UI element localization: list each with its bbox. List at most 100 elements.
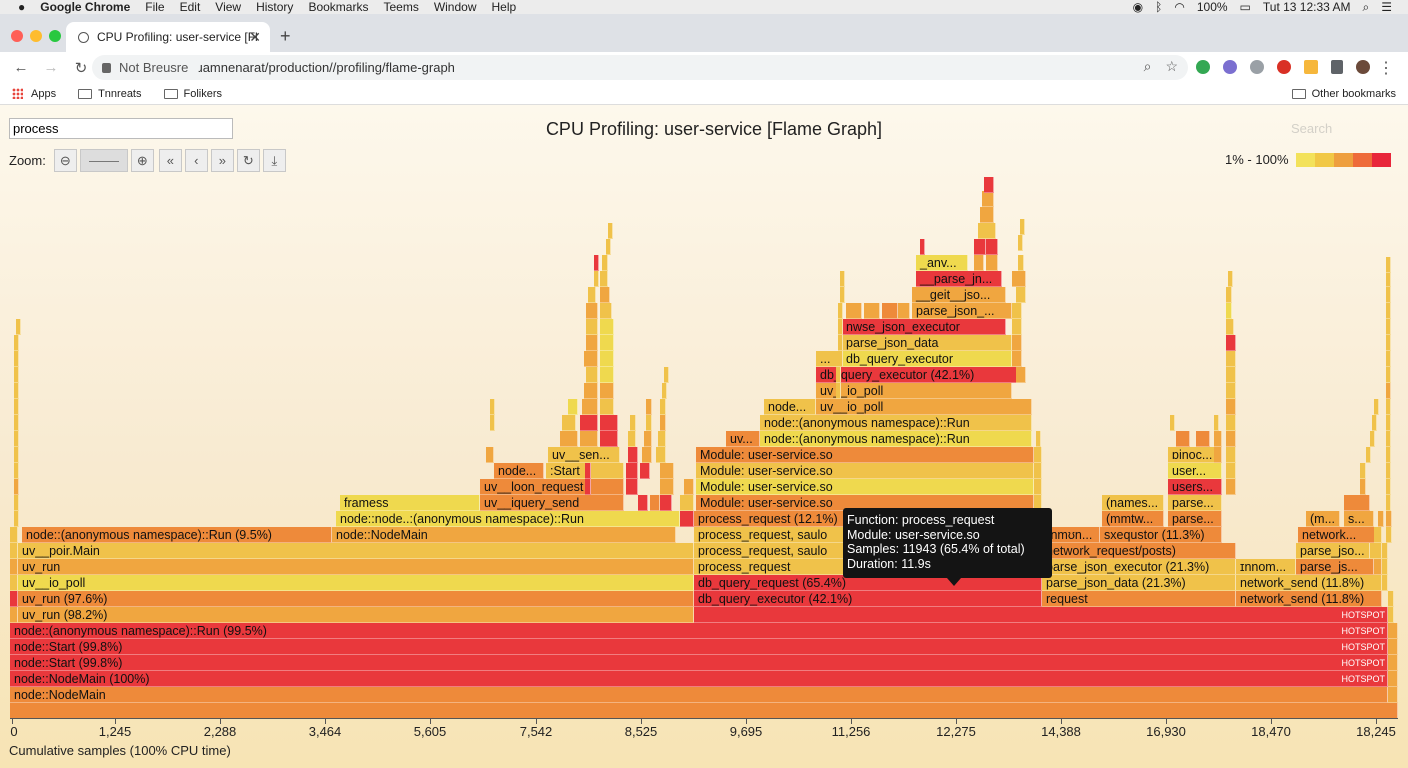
flame-frame[interactable] <box>1016 287 1026 303</box>
flame-frame[interactable]: parse_json_data (21.3%) <box>1042 575 1236 591</box>
flame-frame[interactable] <box>490 415 495 431</box>
menu-history[interactable]: History <box>256 0 293 14</box>
flame-frame[interactable] <box>1388 623 1398 639</box>
flame-frame[interactable] <box>608 223 613 239</box>
flame-frame[interactable]: parse... <box>1168 511 1222 527</box>
flame-frame[interactable] <box>646 399 652 415</box>
flame-frame[interactable] <box>1388 607 1394 623</box>
flame-frame[interactable] <box>1034 479 1042 495</box>
flame-frame[interactable]: (names... <box>1102 495 1164 511</box>
flame-frame[interactable]: uv... <box>726 431 760 447</box>
flame-frame[interactable] <box>1374 559 1382 575</box>
flame-frame[interactable] <box>980 207 994 223</box>
flame-frame[interactable] <box>1386 511 1392 527</box>
flame-frame[interactable] <box>606 239 611 255</box>
flame-frame[interactable] <box>898 303 910 319</box>
flame-frame[interactable] <box>1386 463 1391 479</box>
flame-frame[interactable]: ɪnnom... <box>1236 559 1296 575</box>
flame-frame[interactable] <box>600 351 614 367</box>
flame-frame[interactable] <box>1226 351 1236 367</box>
flame-frame[interactable] <box>1176 431 1190 447</box>
flame-frame[interactable]: parse_jso... <box>1296 543 1370 559</box>
flame-frame[interactable]: node::NodeMain <box>332 527 676 543</box>
flame-frame[interactable] <box>10 607 18 623</box>
url-text[interactable]: ɹamnenarat/production//profiling/flame-g… <box>198 60 455 75</box>
flame-frame[interactable] <box>642 447 652 463</box>
flame-frame[interactable] <box>1018 255 1024 271</box>
flame-frame[interactable] <box>600 335 614 351</box>
flame-frame[interactable] <box>846 303 862 319</box>
flame-frame[interactable]: network_send (11.8%) <box>1236 591 1382 607</box>
bookmark-folder-2[interactable]: Folikers <box>163 88 222 100</box>
flame-frame[interactable] <box>974 239 986 255</box>
flame-frame[interactable]: parse... <box>1168 495 1222 511</box>
menu-help[interactable]: Help <box>492 0 517 14</box>
flame-frame[interactable] <box>1226 415 1236 431</box>
flame-frame[interactable] <box>664 367 669 383</box>
puzzle-icon[interactable] <box>1331 60 1343 74</box>
extension-green-icon[interactable] <box>1196 60 1210 74</box>
flame-frame[interactable] <box>660 415 666 431</box>
flame-frame[interactable] <box>650 495 660 511</box>
flame-frame[interactable]: uv_run (97.6%) <box>18 591 694 607</box>
flame-frame[interactable] <box>640 463 650 479</box>
battery-icon[interactable]: ▭ <box>1240 0 1251 14</box>
flame-frame[interactable]: uv_run (98.2%) <box>18 607 694 623</box>
flame-frame[interactable] <box>1018 235 1023 251</box>
flame-frame[interactable]: parse_json_... <box>912 303 1012 319</box>
menu-teems[interactable]: Teems <box>383 0 418 14</box>
flame-frame[interactable] <box>1214 431 1222 447</box>
flame-frame[interactable]: node::(anonymous namespace)::Run (99.5%) <box>10 623 1388 639</box>
flame-frame[interactable]: parse_json_data <box>842 335 1012 351</box>
flame-frame[interactable] <box>1386 495 1391 511</box>
flame-frame[interactable] <box>1228 271 1233 287</box>
flame-frame[interactable] <box>838 335 843 351</box>
flame-frame[interactable] <box>14 367 19 383</box>
flame-frame[interactable] <box>600 303 612 319</box>
flame-frame[interactable] <box>1214 447 1222 463</box>
flame-frame[interactable] <box>580 415 598 431</box>
other-bookmarks[interactable]: Other bookmarks <box>1291 88 1396 100</box>
flame-frame[interactable] <box>646 415 652 431</box>
flame-frame[interactable]: node::node..:(anonymous namespace)::Run <box>336 511 680 527</box>
flame-frame[interactable] <box>684 479 694 495</box>
flame-frame[interactable] <box>14 351 19 367</box>
flame-frame[interactable] <box>14 399 19 415</box>
flame-frame[interactable] <box>1388 671 1398 687</box>
flame-frame[interactable] <box>982 191 994 207</box>
flame-frame[interactable]: users... <box>1168 479 1222 495</box>
flame-frame[interactable] <box>14 463 19 479</box>
flame-frame[interactable] <box>662 383 667 399</box>
flame-frame[interactable] <box>1036 431 1041 447</box>
flame-frame[interactable] <box>600 287 610 303</box>
flame-frame[interactable]: Module: user-service.so <box>696 447 1034 463</box>
flame-frame[interactable]: parse_js... <box>1296 559 1374 575</box>
flame-frame[interactable] <box>1386 399 1391 415</box>
flame-frame[interactable] <box>1370 543 1382 559</box>
flame-frame[interactable] <box>836 367 841 383</box>
forward-icon[interactable]: → <box>42 59 60 76</box>
flame-frame[interactable]: db_query_executor (42.1%) <box>694 591 1042 607</box>
flame-frame[interactable]: node::Start (99.8%) <box>10 655 1388 671</box>
flame-frame[interactable] <box>594 271 599 287</box>
flame-frame[interactable] <box>14 431 19 447</box>
flame-frame[interactable] <box>1374 527 1382 543</box>
siri-icon[interactable]: ◉ <box>1133 0 1143 14</box>
flame-frame[interactable] <box>1034 447 1042 463</box>
flame-frame[interactable]: uv__io_poll <box>816 383 1012 399</box>
flame-frame[interactable] <box>14 335 19 351</box>
flame-frame[interactable] <box>840 287 845 303</box>
flame-frame[interactable]: _anv... <box>916 255 968 271</box>
flame-frame[interactable] <box>920 239 925 255</box>
flame-frame[interactable] <box>658 431 666 447</box>
flame-frame[interactable]: network... <box>1298 527 1378 543</box>
flame-frame[interactable]: request <box>1042 591 1236 607</box>
minimize-window-icon[interactable] <box>30 30 42 42</box>
flame-frame[interactable] <box>644 431 652 447</box>
flame-frame[interactable] <box>1386 257 1391 273</box>
bookmark-folder-1[interactable]: Tnnreats <box>78 88 142 100</box>
flame-frame[interactable] <box>1226 335 1236 351</box>
extension-gray-icon[interactable] <box>1250 60 1264 74</box>
flame-frame[interactable]: node::NodeMain <box>10 687 1388 703</box>
flame-frame[interactable] <box>10 559 18 575</box>
